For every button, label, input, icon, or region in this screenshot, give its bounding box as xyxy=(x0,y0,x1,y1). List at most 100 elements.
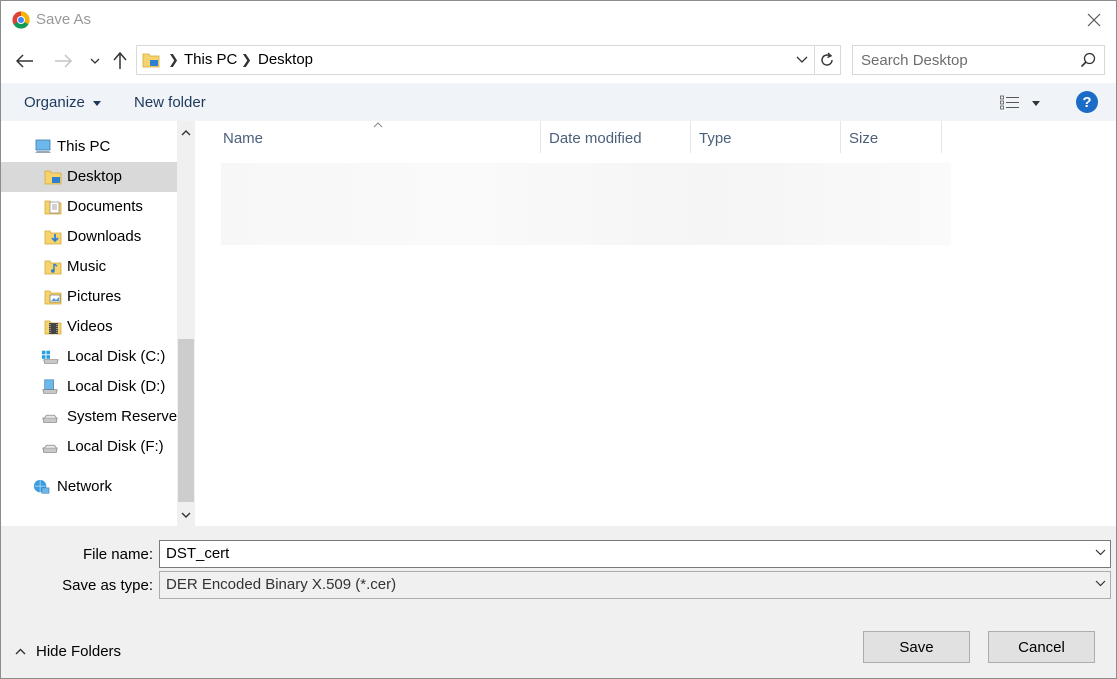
windows-drive-icon xyxy=(41,350,59,364)
arrow-up-icon xyxy=(113,52,127,69)
network-icon xyxy=(33,479,50,494)
save-as-dialog: Save As ❯ This PC ❯ Desktop Search Deskt… xyxy=(0,0,1117,679)
scroll-down-button[interactable] xyxy=(177,504,195,526)
close-icon xyxy=(1087,13,1101,27)
breadcrumb-this-pc[interactable]: This PC xyxy=(184,51,237,68)
command-bar: Organize New folder ? xyxy=(1,83,1116,121)
hide-folders-label: Hide Folders xyxy=(36,643,122,660)
address-history-dropdown[interactable] xyxy=(790,46,814,74)
save-as-type-select[interactable]: DER Encoded Binary X.509 (*.cer) xyxy=(159,571,1111,599)
sidebar-item-local-disk-f[interactable]: Local Disk (F:) xyxy=(1,432,177,462)
help-button[interactable]: ? xyxy=(1076,91,1098,113)
save-as-type-label: Save as type: xyxy=(62,577,153,594)
column-header-date-modified[interactable]: Date modified xyxy=(541,121,691,153)
sidebar-item-videos[interactable]: Videos xyxy=(1,312,177,342)
navigation-pane: This PC Desktop Documents Downloads Musi… xyxy=(1,121,177,526)
scrollbar-thumb[interactable] xyxy=(178,339,194,502)
sidebar-item-label: This PC xyxy=(57,138,111,155)
scroll-up-button[interactable] xyxy=(177,121,195,143)
sidebar-item-desktop[interactable]: Desktop xyxy=(1,162,177,192)
chevron-up-icon xyxy=(181,129,191,135)
documents-folder-icon xyxy=(44,200,62,215)
up-button[interactable] xyxy=(108,49,132,73)
refresh-icon xyxy=(821,52,833,66)
desktop-folder-icon xyxy=(44,170,62,185)
sidebar-item-network[interactable]: Network xyxy=(1,472,177,502)
chevron-down-icon xyxy=(1095,580,1106,587)
chevron-down-icon[interactable] xyxy=(1095,549,1106,556)
file-list: Name Date modified Type Size xyxy=(197,121,1116,526)
pictures-folder-icon xyxy=(44,290,62,305)
search-icon xyxy=(1080,52,1096,68)
cancel-button-label: Cancel xyxy=(1018,638,1065,656)
sidebar-item-label: Network xyxy=(57,478,113,495)
caret-down-icon xyxy=(93,100,102,106)
back-button[interactable] xyxy=(13,49,37,73)
breadcrumb-desktop[interactable]: Desktop xyxy=(258,51,313,68)
drive-icon xyxy=(42,414,58,423)
sidebar-item-local-disk-d[interactable]: Local Disk (D:) xyxy=(1,372,177,402)
chevron-down-icon xyxy=(796,56,808,63)
search-input[interactable] xyxy=(861,50,1071,70)
sort-ascending-icon xyxy=(373,122,383,128)
file-name-field[interactable]: DST_cert xyxy=(159,540,1111,568)
column-header-type[interactable]: Type xyxy=(691,121,841,153)
file-name-label: File name: xyxy=(82,546,153,563)
sidebar-item-label: Downloads xyxy=(67,228,142,245)
caret-down-icon xyxy=(1032,101,1040,106)
sidebar-item-local-disk-c[interactable]: Local Disk (C:) xyxy=(1,342,177,372)
organize-button[interactable]: Organize xyxy=(24,94,102,111)
sidebar-item-system-reserved[interactable]: System Reserved xyxy=(1,402,177,432)
chevron-right-icon: ❯ xyxy=(168,52,179,67)
file-name-value: DST_cert xyxy=(166,545,230,562)
details-view-icon xyxy=(1000,95,1019,110)
arrow-right-icon xyxy=(55,54,72,68)
forward-button[interactable] xyxy=(51,49,75,73)
sidebar-item-music[interactable]: Music xyxy=(1,252,177,282)
close-button[interactable] xyxy=(1072,1,1116,39)
sidebar-item-documents[interactable]: Documents xyxy=(1,192,177,222)
navigation-pane-scrollbar[interactable] xyxy=(177,121,195,526)
recent-locations-button[interactable] xyxy=(83,49,107,73)
sidebar-item-this-pc[interactable]: This PC xyxy=(1,132,177,162)
downloads-folder-icon xyxy=(44,230,62,245)
chevron-down-icon xyxy=(181,512,191,518)
cancel-button[interactable]: Cancel xyxy=(988,631,1095,663)
column-header-name[interactable]: Name xyxy=(215,121,541,153)
sidebar-item-label: Music xyxy=(67,258,107,275)
search-box[interactable] xyxy=(852,45,1105,75)
refresh-button[interactable] xyxy=(814,45,841,75)
save-button[interactable]: Save xyxy=(863,631,970,663)
navigation-bar: ❯ This PC ❯ Desktop xyxy=(1,41,1116,81)
chevron-right-icon: ❯ xyxy=(241,52,252,67)
sidebar-item-label: Documents xyxy=(67,198,143,215)
save-as-type-value: DER Encoded Binary X.509 (*.cer) xyxy=(166,576,397,593)
arrow-left-icon xyxy=(16,54,33,68)
sidebar-item-label: System Reserved xyxy=(67,408,177,425)
new-folder-button[interactable]: New folder xyxy=(134,94,206,111)
sidebar-item-label: Local Disk (F:) xyxy=(67,438,164,455)
sidebar-item-label: Local Disk (C:) xyxy=(67,348,166,365)
help-icon: ? xyxy=(1082,93,1092,111)
column-header-label: Name xyxy=(223,130,264,147)
organize-label: Organize xyxy=(24,94,85,111)
chevron-down-icon xyxy=(90,58,100,64)
chevron-up-icon xyxy=(15,648,26,655)
column-header-label: Type xyxy=(699,130,732,147)
sidebar-item-label: Local Disk (D:) xyxy=(67,378,166,395)
sidebar-item-label: Desktop xyxy=(67,168,123,185)
title-bar: Save As xyxy=(1,1,1116,39)
music-folder-icon xyxy=(44,260,62,275)
desktop-folder-icon xyxy=(142,53,160,68)
drive-icon xyxy=(42,379,58,394)
new-folder-label: New folder xyxy=(134,94,206,111)
sidebar-item-downloads[interactable]: Downloads xyxy=(1,222,177,252)
column-header-label: Date modified xyxy=(549,130,642,147)
column-header-size[interactable]: Size xyxy=(841,121,942,153)
sidebar-item-pictures[interactable]: Pictures xyxy=(1,282,177,312)
change-view-button[interactable] xyxy=(997,93,1047,113)
file-list-empty-area xyxy=(221,163,951,245)
address-bar[interactable]: ❯ This PC ❯ Desktop xyxy=(136,45,815,75)
save-button-label: Save xyxy=(899,638,934,656)
chrome-icon xyxy=(12,11,30,29)
